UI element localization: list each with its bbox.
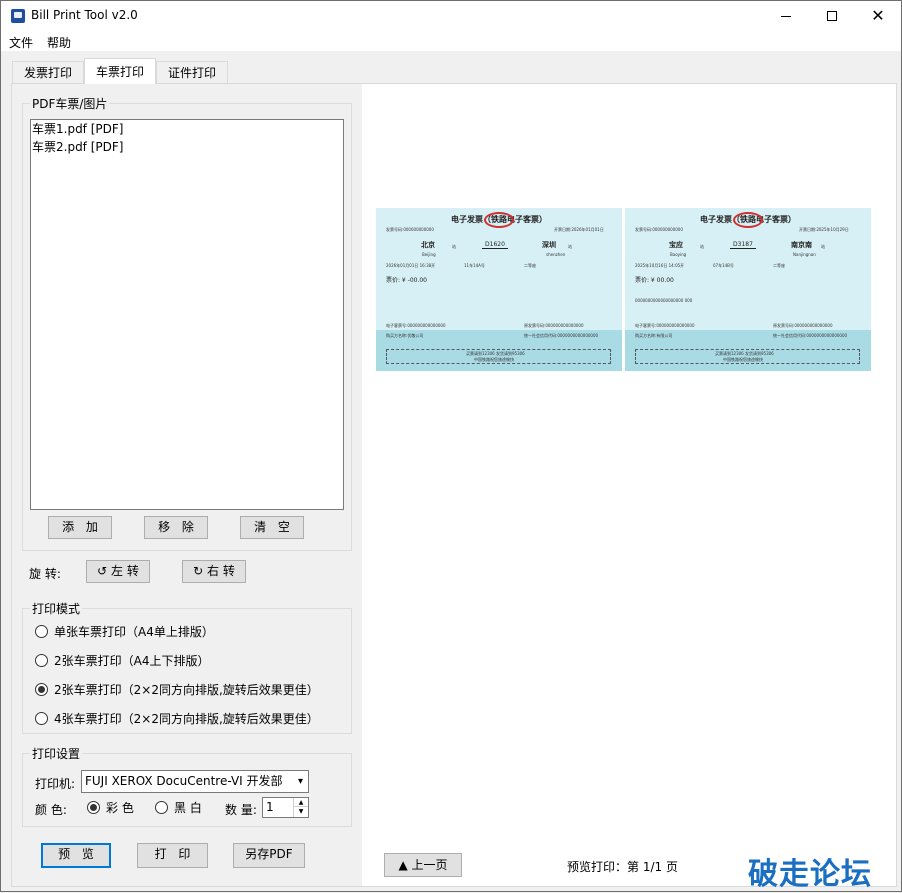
seat-number: 11车14A号 [464,263,485,268]
app-icon [11,9,25,23]
menu-bar: 文件 帮助 [1,31,901,51]
quantity-label: 数 量: [225,803,257,817]
station-suffix: 站 [568,244,572,249]
buyer-name: 购买方名称:优敬公司 [386,333,424,338]
credit-code: 统一社会信用代码:0000000000000000 [773,333,848,338]
mode-option-single[interactable]: 单张车票打印（A4单上排版） [35,623,214,641]
issue-date: 开票日期:2026年01月01日 [554,227,604,232]
forum-watermark: 破走论坛 [748,857,872,892]
minimize-button[interactable] [763,1,809,31]
to-station: 南京南 [791,241,812,249]
ticket-preview-1: 电子发票（铁路电子客票） 发票号码:000000000000 开票日期:2026… [376,208,622,371]
depart-time: 2025年10月16日 14:05开 [635,263,685,268]
mode-option-two-vertical[interactable]: 2张车票打印（A4上下排版） [35,652,209,670]
to-station: 深圳 [542,241,556,249]
orig-invoice: 原发票号码:000000000000000 [524,323,584,328]
mode-option-four-grid[interactable]: 4张车票打印（2×2同方向排版,旋转后效果更佳） [35,710,319,728]
orig-invoice: 原发票号码:000000000000000 [773,323,833,328]
radio-icon [35,654,48,667]
radio-icon [35,712,48,725]
menu-help[interactable]: 帮助 [47,34,71,51]
train-number: D3187 [730,241,756,249]
preview-button[interactable]: 预 览 [41,843,111,868]
red-seal-icon [484,212,514,228]
red-seal-icon [733,212,763,228]
ticket-footer-line2: 中国铁路祝您旅途愉快 [723,357,763,362]
ticket-price: 票价: ¥ -00.00 [386,277,427,284]
print-button[interactable]: 打 印 [137,843,208,868]
from-station: 北京 [421,241,435,249]
preview-pane [363,89,885,847]
quantity-value: 1 [266,800,274,814]
etk-number: 电子客票号:000000000000000 [635,323,695,328]
close-button[interactable]: ✕ [855,1,901,31]
depart-time: 2026年01月01日 16:38开 [386,263,436,268]
station-suffix: 站 [452,244,456,249]
file-list[interactable]: 车票1.pdf [PDF] 车票2.pdf [PDF] [30,119,344,510]
minimize-icon [781,15,791,17]
train-number: D1620 [482,241,508,249]
tab-invoice-print[interactable]: 发票打印 [12,61,84,83]
station-suffix: 站 [821,244,825,249]
radio-selected-icon [35,683,48,696]
color-label: 颜 色: [35,803,67,817]
seat-class: 二等座 [773,263,785,268]
remove-button[interactable]: 移 除 [144,516,208,539]
radio-icon [155,801,168,814]
seat-class: 二等座 [524,263,536,268]
etk-number: 电子客票号:000000000000000 [386,323,446,328]
ticket-extra: 0000000000000000000 000 [635,298,693,303]
prev-page-button[interactable]: ▲ 上一页 [384,853,462,877]
printer-value: FUJI XEROX DocuCentre-VI 开发部 [85,774,283,788]
clear-button[interactable]: 清 空 [240,516,304,539]
radio-icon [35,625,48,638]
files-group-title: PDF车票/图片 [30,95,110,112]
invoice-number: 发票号码:000000000000 [635,227,683,232]
chevron-down-icon: ▾ [297,776,303,787]
list-item[interactable]: 车票2.pdf [PDF] [31,138,343,156]
ticket-preview-2: 电子发票（铁路电子客票） 发票号码:000000000000 开票日期:2025… [625,208,871,371]
maximize-icon [827,11,837,21]
add-button[interactable]: 添 加 [48,516,112,539]
mode-option-two-grid[interactable]: 2张车票打印（2×2同方向排版,旋转后效果更佳） [35,681,319,699]
print-settings-title: 打印设置 [30,745,83,762]
issue-date: 开票日期:2025年10月29日 [799,227,849,232]
tab-id-print[interactable]: 证件打印 [156,61,228,83]
from-station: 宝应 [669,241,683,249]
maximize-button[interactable] [809,1,855,31]
printer-label: 打印机: [35,777,76,791]
to-pinyin: Nanjingnan [793,252,816,257]
station-suffix: 站 [700,244,704,249]
from-pinyin: Baoying [670,252,687,257]
rotate-left-button[interactable]: ↺ 左 转 [86,560,150,583]
buyer-name: 购买方名称:有限公司 [635,333,673,338]
ticket-footer-line2: 中国铁路祝您旅途愉快 [474,357,514,362]
from-pinyin: Beijing [422,252,436,257]
tab-ticket-print[interactable]: 车票打印 [84,58,156,84]
menu-file[interactable]: 文件 [9,34,33,51]
close-icon: ✕ [871,6,885,25]
radio-selected-icon [87,801,100,814]
print-mode-title: 打印模式 [30,600,83,617]
spin-up-icon[interactable]: ▲ [294,798,308,807]
to-pinyin: shenzhen [546,252,566,257]
credit-code: 统一社会信用代码:0000000000000000 [524,333,599,338]
color-option-bw[interactable]: 黑 白 [155,799,202,817]
main-window: Bill Print Tool v2.0 ✕ 文件 帮助 发票打印 车票打印 证… [0,0,902,892]
color-option-color[interactable]: 彩 色 [87,799,134,817]
invoice-number: 发票号码:000000000000 [386,227,434,232]
list-item[interactable]: 车票1.pdf [PDF] [31,120,343,138]
seat-number: 07车14B号 [713,263,734,268]
window-title: Bill Print Tool v2.0 [31,8,138,22]
rotate-right-button[interactable]: ↻ 右 转 [182,560,246,583]
title-bar: Bill Print Tool v2.0 ✕ [1,1,901,31]
page-status: 预览打印：第 1/1 页 [567,860,678,874]
ticket-price: 票价: ¥ 00.00 [635,277,674,284]
spin-buttons[interactable]: ▲ ▼ [293,798,308,817]
printer-select[interactable]: FUJI XEROX DocuCentre-VI 开发部 ▾ [81,770,309,793]
rotate-label: 旋 转: [29,567,61,581]
quantity-stepper[interactable]: 1 ▲ ▼ [262,797,309,818]
save-pdf-button[interactable]: 另存PDF [233,843,305,868]
spin-down-icon[interactable]: ▼ [294,807,308,816]
